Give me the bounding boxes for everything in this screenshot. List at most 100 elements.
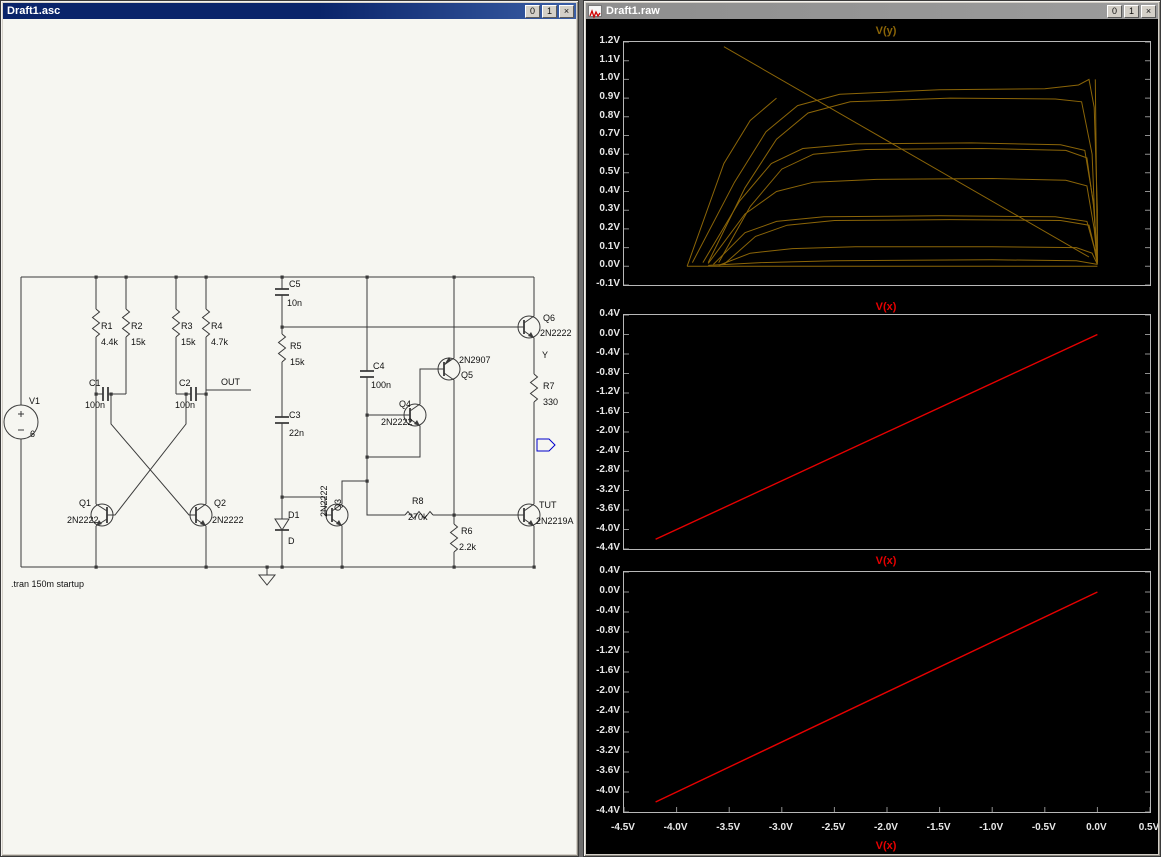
minimize-button[interactable]: 0 bbox=[1107, 4, 1122, 18]
schematic-wire bbox=[171, 308, 181, 338]
schematic-label-c1: C1 bbox=[89, 378, 101, 388]
y-tick-label: 0.3V bbox=[599, 203, 620, 215]
waveform-plot-area[interactable]: V(y) 1.2V 1.1V 1.0V 0.9V 0.8V 0.7V 0.6V 0.5V 0.4V… bbox=[586, 19, 1158, 854]
schematic-label-r2: R2 bbox=[131, 321, 143, 331]
schematic-label-r4: R4 bbox=[211, 321, 223, 331]
y-tick-label: -3.2V bbox=[596, 483, 620, 495]
x-tick-label: -4.0V bbox=[663, 822, 688, 833]
plot-area-1[interactable] bbox=[623, 41, 1151, 286]
plot-area-3[interactable] bbox=[623, 571, 1151, 813]
schematic-wire bbox=[201, 308, 211, 338]
schematic-window-title: Draft1.asc bbox=[7, 4, 61, 17]
y-tick-label: -0.1V bbox=[596, 278, 620, 289]
schematic-wire bbox=[121, 308, 131, 338]
emitter-arrow bbox=[414, 420, 420, 426]
x-tick-label: -3.5V bbox=[716, 822, 741, 833]
x-tick-label: -2.0V bbox=[874, 822, 898, 833]
x-tick-label: -3.0V bbox=[768, 822, 793, 833]
trace-vx bbox=[655, 591, 1098, 803]
schematic-canvas-area[interactable]: V1 6 R1 4.4k R2 15k R3 15k R4 4.7k C1 100n C2 100n OUT… bbox=[3, 19, 576, 854]
y-tick-label: 1.1V bbox=[599, 53, 620, 65]
trace-vy bbox=[718, 147, 1098, 263]
waveform-window-icon bbox=[588, 5, 602, 19]
y-tick-label: 0.5V bbox=[599, 165, 620, 177]
pane-title-3[interactable]: V(x) bbox=[623, 555, 1149, 567]
schematic-label-2n2907: 2N2907 bbox=[459, 355, 491, 365]
y-tick-label: 0.0V bbox=[599, 327, 620, 339]
minimize-button[interactable]: 0 bbox=[525, 4, 540, 18]
emitter-arrow bbox=[528, 520, 534, 526]
schematic-label-15k: 15k bbox=[290, 357, 305, 367]
y-tick-label: -4.4V bbox=[596, 542, 620, 553]
schematic-label-d: D bbox=[288, 536, 295, 546]
wire-junction bbox=[204, 392, 208, 396]
maximize-button[interactable]: 1 bbox=[542, 4, 557, 18]
schematic-label-6: 6 bbox=[30, 429, 36, 439]
trace-vy bbox=[686, 97, 777, 267]
schematic-label-r3: R3 bbox=[181, 321, 193, 331]
schematic-label-q2: Q2 bbox=[214, 498, 227, 508]
wire-junction bbox=[340, 565, 344, 569]
x-tick-label: -1.5V bbox=[926, 822, 951, 833]
schematic-window: Draft1.asc 0 1 × V1 6 R1 4.4k R2 15k R3 15k R4 4.… bbox=[0, 0, 579, 857]
y-tick-label: 0.4V bbox=[599, 565, 620, 576]
wire-junction bbox=[204, 275, 208, 279]
schematic-wire bbox=[443, 277, 455, 515]
trace-vy bbox=[708, 259, 1098, 266]
trace-vy bbox=[723, 46, 1090, 258]
schematic-label-15k: 15k bbox=[181, 337, 196, 347]
wire-junction bbox=[365, 275, 369, 279]
schematic-label-r8: R8 bbox=[412, 496, 424, 506]
x-tick-label: -0.5V bbox=[1031, 822, 1056, 833]
schematic-label-10n: 10n bbox=[287, 298, 303, 308]
pane-title-1[interactable]: V(y) bbox=[623, 25, 1149, 37]
schematic-label-q3: Q3 bbox=[333, 498, 343, 511]
wire-junction bbox=[94, 565, 98, 569]
schematic-label-100n: 100n bbox=[85, 400, 106, 410]
y-tick-label: 0.7V bbox=[599, 128, 620, 140]
y-tick-label: -3.6V bbox=[596, 503, 620, 514]
y-tick-label: -2.8V bbox=[596, 464, 620, 475]
x-tick-label: -4.5V bbox=[611, 822, 635, 833]
close-button[interactable]: × bbox=[559, 4, 574, 18]
y-tick-label: -2.0V bbox=[596, 425, 620, 436]
maximize-button[interactable]: 1 bbox=[1124, 4, 1139, 18]
waveform-window-titlebar[interactable]: Draft1.raw 0 1 × bbox=[586, 3, 1158, 19]
y-tick-label: 0.9V bbox=[599, 91, 620, 103]
wire-junction bbox=[365, 455, 369, 459]
y-tick-label: -2.0V bbox=[596, 685, 620, 696]
y-tick-label: 0.8V bbox=[599, 109, 620, 121]
wire-junction bbox=[452, 565, 456, 569]
axis-tick-marks bbox=[624, 42, 1150, 285]
y-tick-label: 0.4V bbox=[599, 184, 620, 196]
x-tick-label: 0.5V bbox=[1138, 822, 1158, 833]
spice-directive[interactable]: .tran 150m startup bbox=[11, 579, 84, 589]
desktop: { "colors": { "active_titlebar": "#0a246… bbox=[0, 0, 1161, 857]
close-button[interactable]: × bbox=[1141, 4, 1156, 18]
y-tick-label: 0.0V bbox=[599, 259, 620, 271]
wire-junction bbox=[204, 565, 208, 569]
y-tick-label: 0.4V bbox=[599, 308, 620, 319]
schematic-label-100n: 100n bbox=[175, 400, 196, 410]
schematic-symbol bbox=[106, 507, 197, 523]
y-tick-label: 1.0V bbox=[599, 72, 620, 84]
schematic-label-15k: 15k bbox=[131, 337, 146, 347]
schematic-label-r5: R5 bbox=[290, 341, 302, 351]
y-tick-label: -0.4V bbox=[596, 347, 620, 358]
schematic-wire bbox=[277, 333, 287, 363]
trace-vy bbox=[707, 177, 1098, 264]
schematic-label-c2: C2 bbox=[179, 378, 191, 388]
wire-junction bbox=[452, 513, 456, 517]
wire-junction bbox=[265, 565, 269, 569]
wire-junction bbox=[109, 392, 113, 396]
x-tick-label: -1.0V bbox=[979, 822, 1004, 833]
plot-area-2[interactable] bbox=[623, 314, 1151, 550]
schematic-label-2n2219a: 2N2219A bbox=[536, 516, 574, 526]
pane-title-2[interactable]: V(x) bbox=[623, 301, 1149, 313]
schematic-window-titlebar[interactable]: Draft1.asc 0 1 × bbox=[3, 3, 576, 19]
emitter-arrow bbox=[336, 520, 342, 526]
schematic-wire bbox=[449, 523, 459, 553]
emitter-arrow bbox=[528, 332, 534, 338]
wire-junction bbox=[280, 495, 284, 499]
schematic-label-2n2222: 2N2222 bbox=[381, 417, 413, 427]
